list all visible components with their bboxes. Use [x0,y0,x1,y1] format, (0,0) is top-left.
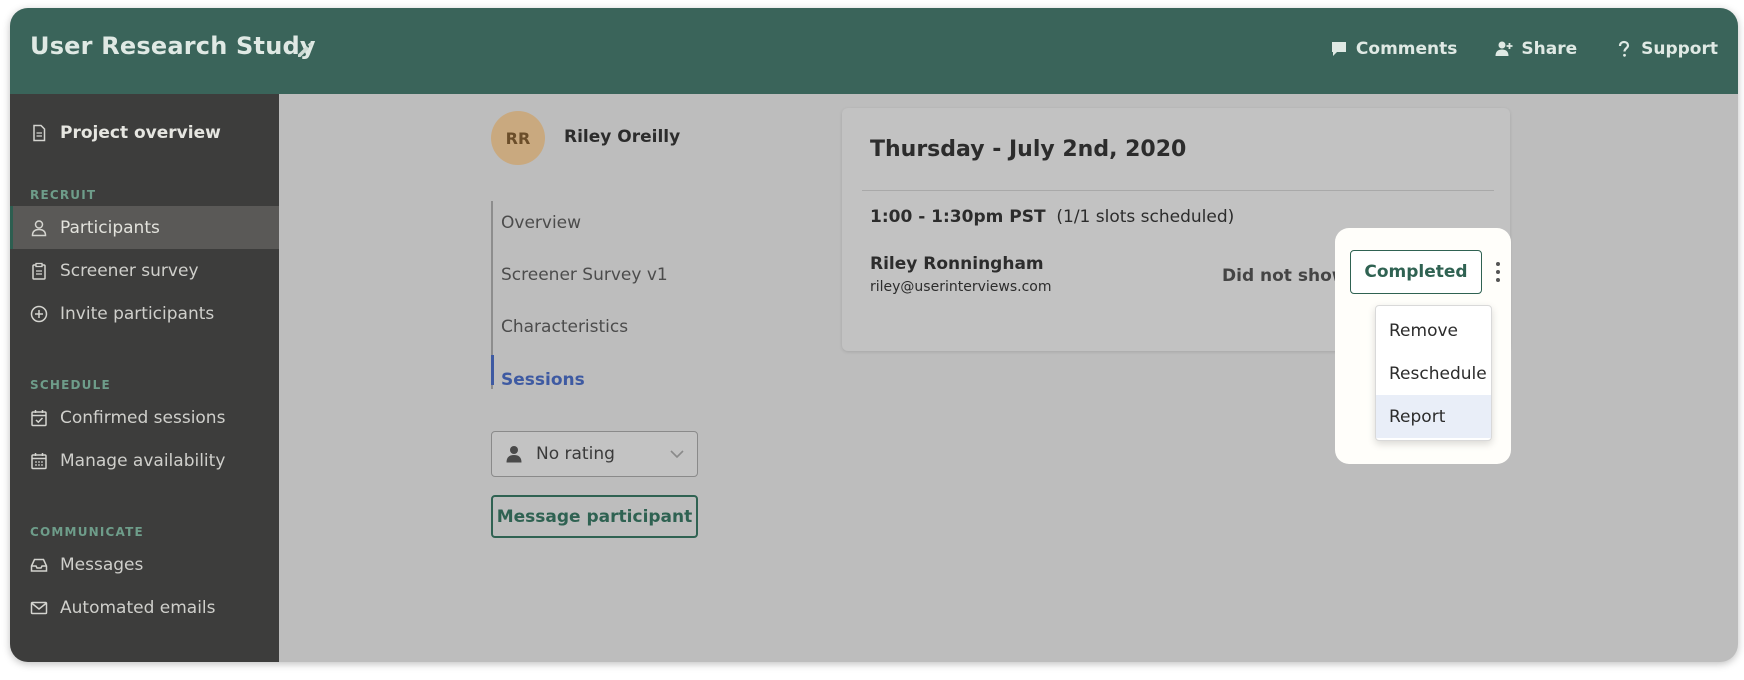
did-not-show-button[interactable]: Did not show [1222,266,1347,286]
time-range: 1:00 - 1:30pm PST [870,207,1046,227]
divider [862,190,1494,191]
sidebar-item-participants[interactable]: Participants [10,206,279,249]
add-user-icon [1495,41,1513,56]
sidebar-item-label: Project overview [60,122,221,143]
edit-pencil-icon[interactable] [295,40,315,60]
sidebar-item-label: Manage availability [60,450,226,471]
sidebar-item-label: Invite participants [60,303,215,324]
calendar-grid-icon [31,452,47,469]
sidebar-item-automated-emails[interactable]: Automated emails [10,586,279,629]
inbox-icon [30,558,48,572]
menu-item-reschedule[interactable]: Reschedule [1376,352,1491,395]
section-recruit: RECRUIT [30,188,97,202]
calendar-check-icon [31,409,47,426]
kebab-menu-icon[interactable] [1492,259,1504,285]
participant-subnav: Overview Screener Survey v1 Characterist… [491,201,691,390]
user-icon [31,219,47,236]
sidebar-item-manage-availability[interactable]: Manage availability [10,439,279,482]
subnav-sessions[interactable]: Sessions [501,370,585,390]
sidebar-item-confirmed-sessions[interactable]: Confirmed sessions [10,396,279,439]
support-button[interactable]: Support [1615,39,1718,59]
session-time: 1:00 - 1:30pm PST (1/1 slots scheduled) [870,207,1234,227]
message-participant-button[interactable]: Message participant [491,495,698,538]
sidebar-item-messages[interactable]: Messages [10,543,279,586]
mail-icon [30,601,48,614]
sidebar: Project overview RECRUIT Participants Sc… [10,94,279,662]
sidebar-item-label: Confirmed sessions [60,407,226,428]
document-icon [33,124,46,141]
sidebar-item-invite-participants[interactable]: Invite participants [10,292,279,335]
menu-item-remove[interactable]: Remove [1376,309,1491,352]
session-date: Thursday - July 2nd, 2020 [870,137,1187,162]
sidebar-item-label: Automated emails [60,597,216,618]
project-title: User Research Study [30,32,316,60]
session-actions-menu: Remove Reschedule Report [1375,305,1492,441]
section-communicate: COMMUNICATE [30,525,144,539]
menu-item-report[interactable]: Report [1376,395,1491,438]
subnav-screener-survey[interactable]: Screener Survey v1 [501,265,668,285]
avatar: RR [491,111,545,165]
comments-label: Comments [1355,39,1458,59]
rating-value: No rating [536,444,615,464]
section-schedule: SCHEDULE [30,378,111,392]
session-participant-email: riley@userinterviews.com [870,279,1052,295]
header-actions: Comments Share Support [1330,39,1718,59]
subnav-overview[interactable]: Overview [501,213,581,233]
share-button[interactable]: Share [1495,39,1577,59]
clipboard-icon [32,262,46,280]
plus-circle-icon [30,305,48,322]
session-participant-name: Riley Ronningham [870,254,1044,274]
completed-button[interactable]: Completed [1350,250,1482,294]
support-label: Support [1641,39,1718,59]
rating-select[interactable]: No rating [491,431,698,477]
top-bar: User Research Study Comments Share Suppo… [10,8,1738,94]
sidebar-item-label: Participants [60,217,160,238]
question-icon [1619,40,1630,57]
subnav-characteristics[interactable]: Characteristics [501,317,628,337]
slots-count: (1/1 slots scheduled) [1056,207,1235,227]
active-marker [491,355,494,385]
sidebar-item-label: Messages [60,554,144,575]
comments-button[interactable]: Comments [1330,39,1457,59]
share-label: Share [1521,39,1578,59]
comment-icon [1331,42,1346,56]
sidebar-item-project-overview[interactable]: Project overview [10,111,279,154]
sidebar-item-label: Screener survey [60,260,199,281]
person-icon [506,446,522,463]
participant-name: Riley Oreilly [564,127,681,147]
chevron-down-icon [670,450,684,459]
sidebar-item-screener-survey[interactable]: Screener survey [10,249,279,292]
